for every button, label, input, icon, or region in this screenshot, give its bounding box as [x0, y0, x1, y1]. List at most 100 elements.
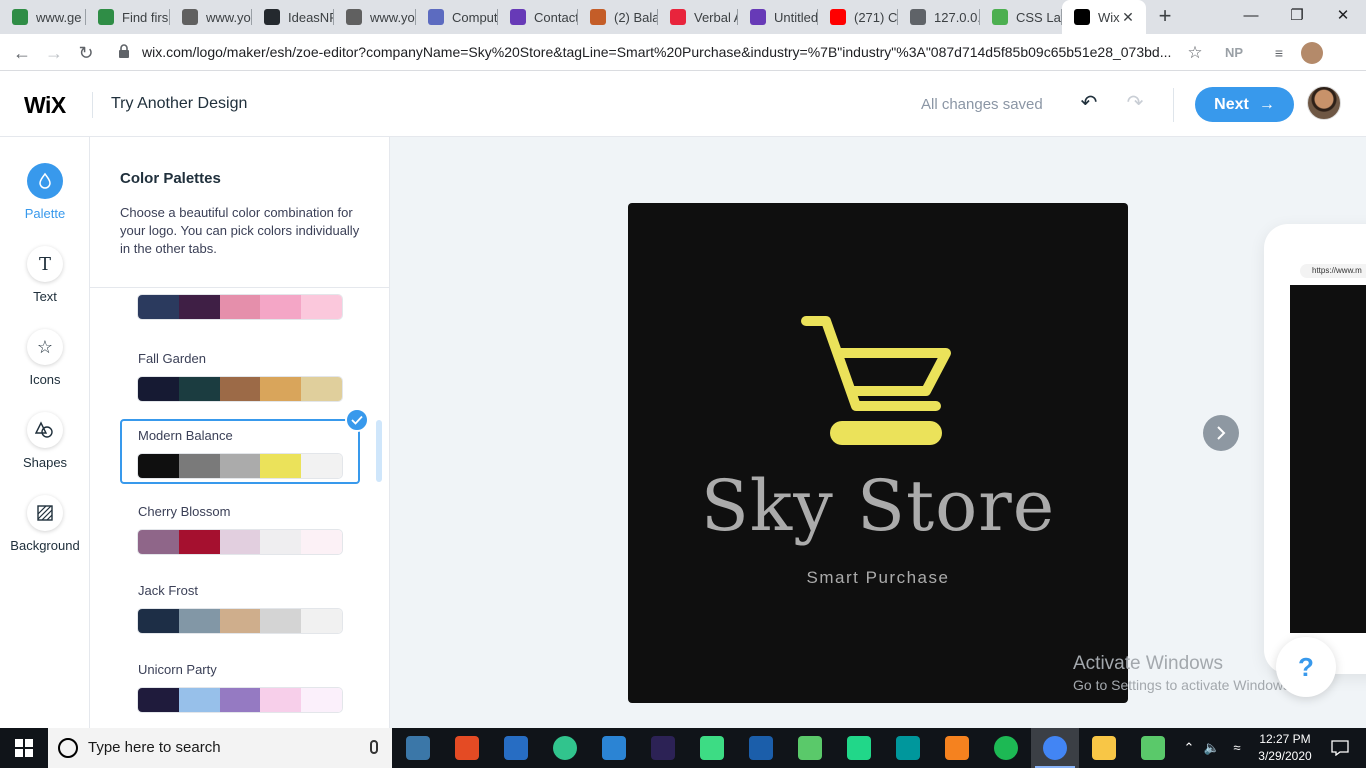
windows-start-icon[interactable]: [0, 728, 48, 768]
mockup-url-bar: https://www.m: [1300, 264, 1366, 278]
browser-tab[interactable]: IdeasNF: [252, 0, 334, 34]
extension-np-icon[interactable]: NP: [1223, 42, 1245, 64]
ring-app-glyph: [553, 736, 577, 760]
reading-list-icon[interactable]: ≡: [1268, 42, 1290, 64]
rail-item-palette[interactable]: Palette: [0, 163, 90, 233]
python-idle-glyph: [406, 736, 430, 760]
profile-avatar-icon[interactable]: [1301, 42, 1323, 64]
chrome-icon[interactable]: [1031, 728, 1079, 768]
pycharm-glyph: [847, 736, 871, 760]
r-icon[interactable]: [492, 728, 540, 768]
next-button[interactable]: Next →: [1195, 87, 1294, 122]
browser-tab[interactable]: www.yo: [334, 0, 416, 34]
try-another-design-link[interactable]: Try Another Design: [111, 95, 247, 113]
globe-icon: [910, 9, 926, 25]
video-icon: [346, 9, 362, 25]
clock-time: 12:27 PM: [1259, 732, 1311, 746]
browser-tab-label: IdeasNF: [288, 9, 334, 25]
reload-icon[interactable]: ↻: [72, 39, 100, 67]
browser-tab[interactable]: www.ge: [0, 0, 86, 34]
undo-icon[interactable]: ↶: [1078, 92, 1100, 114]
palette-name: Unicorn Party: [138, 662, 217, 677]
eclipse-glyph: [651, 736, 675, 760]
office-icon[interactable]: [443, 728, 491, 768]
python-idle-icon[interactable]: [394, 728, 442, 768]
minimize-icon[interactable]: —: [1228, 0, 1274, 34]
palette-option[interactable]: Cherry Blossom: [138, 504, 348, 554]
palette-option[interactable]: Fall Garden: [138, 351, 348, 401]
color-swatch: [301, 377, 342, 401]
browser-tab[interactable]: Find firs: [86, 0, 170, 34]
website-mockup-preview[interactable]: https://www.m: [1264, 224, 1366, 674]
rail-item-label: Text: [33, 289, 57, 304]
browser-tab[interactable]: Wix ✕: [1062, 0, 1146, 34]
back-icon[interactable]: ←: [8, 39, 36, 67]
eclipse-icon[interactable]: [639, 728, 687, 768]
ring-app-icon[interactable]: [541, 728, 589, 768]
bookmark-star-icon[interactable]: ☆: [1184, 42, 1206, 64]
microphone-icon[interactable]: [370, 740, 378, 754]
browser-tab[interactable]: www.yo: [170, 0, 252, 34]
browser-tab[interactable]: Untitled: [738, 0, 818, 34]
arduino-icon[interactable]: [884, 728, 932, 768]
monitor-icon[interactable]: [590, 728, 638, 768]
virtualbox-icon[interactable]: [737, 728, 785, 768]
browser-tab[interactable]: 127.0.0.: [898, 0, 980, 34]
restore-icon[interactable]: ❐: [1274, 0, 1320, 34]
youtube-icon: [830, 9, 846, 25]
browser-tab[interactable]: (2) Bala: [578, 0, 658, 34]
forward-icon[interactable]: →: [40, 39, 68, 67]
browser-tab-label: www.ge: [36, 9, 82, 25]
media-player-icon[interactable]: [933, 728, 981, 768]
palette-name: Modern Balance: [138, 428, 233, 443]
android-studio-icon[interactable]: [688, 728, 736, 768]
editor-header: WiX Try Another Design All changes saved…: [0, 72, 1366, 137]
shopping-cart-icon[interactable]: [798, 311, 958, 451]
redo-icon[interactable]: ↷: [1124, 92, 1146, 114]
wix-icon: [1074, 9, 1090, 25]
clock-date: 3/29/2020: [1258, 749, 1312, 763]
palette-option[interactable]: Unicorn Party: [138, 662, 348, 712]
new-tab-button[interactable]: +: [1151, 4, 1179, 30]
atom-icon[interactable]: [786, 728, 834, 768]
atom-icon[interactable]: [1129, 728, 1177, 768]
palette-option[interactable]: Modern Balance: [138, 428, 348, 478]
close-window-icon[interactable]: ✕: [1320, 0, 1366, 34]
help-button[interactable]: ?: [1276, 637, 1336, 697]
pycharm-icon[interactable]: [835, 728, 883, 768]
palette-swatches: [138, 530, 342, 554]
speaker-icon[interactable]: 🔈: [1202, 728, 1222, 768]
next-preview-button[interactable]: [1203, 415, 1239, 451]
rail-item-background[interactable]: Background: [0, 495, 90, 565]
close-tab-icon[interactable]: ✕: [1120, 9, 1136, 25]
wifi-icon[interactable]: ≈: [1226, 728, 1248, 768]
address-bar[interactable]: wix.com/logo/maker/esh/zoe-editor?compan…: [110, 38, 1210, 67]
rail-item-shapes[interactable]: Shapes: [0, 412, 90, 482]
logo-preview[interactable]: Sky Store Smart Purchase: [628, 203, 1128, 703]
color-swatch: [260, 454, 302, 478]
rail-item-text[interactable]: T Text: [0, 246, 90, 316]
browser-tab[interactable]: Comput: [416, 0, 498, 34]
logo-company-name[interactable]: Sky Store: [628, 465, 1128, 547]
browser-tab[interactable]: Verbal A: [658, 0, 738, 34]
chevron-up-icon[interactable]: ⌃: [1180, 728, 1198, 768]
rail-item-icons[interactable]: ☆ Icons: [0, 329, 90, 399]
rail-item-label: Background: [10, 538, 80, 553]
browser-tab[interactable]: CSS Lay: [980, 0, 1062, 34]
notification-icon[interactable]: [1320, 728, 1360, 768]
panel-scrollbar[interactable]: [376, 420, 382, 482]
spotify-icon[interactable]: [982, 728, 1030, 768]
palette-option[interactable]: Jack Frost: [138, 583, 348, 633]
file-explorer-icon[interactable]: [1080, 728, 1128, 768]
wix-logo[interactable]: WiX: [24, 92, 66, 119]
palette-swatches: [138, 609, 342, 633]
taskbar-clock[interactable]: 12:27 PM 3/29/2020: [1250, 731, 1320, 765]
taskbar-search[interactable]: Type here to search: [48, 728, 392, 768]
logo-tagline[interactable]: Smart Purchase: [628, 568, 1128, 588]
palette-option[interactable]: [138, 295, 348, 319]
browser-tab-label: Comput: [452, 9, 498, 25]
browser-tab[interactable]: (271) CS: [818, 0, 898, 34]
user-avatar[interactable]: [1307, 86, 1341, 120]
tool-rail: Palette T Text ☆ Icons Shapes Background: [0, 137, 90, 728]
browser-tab[interactable]: Contact: [498, 0, 578, 34]
